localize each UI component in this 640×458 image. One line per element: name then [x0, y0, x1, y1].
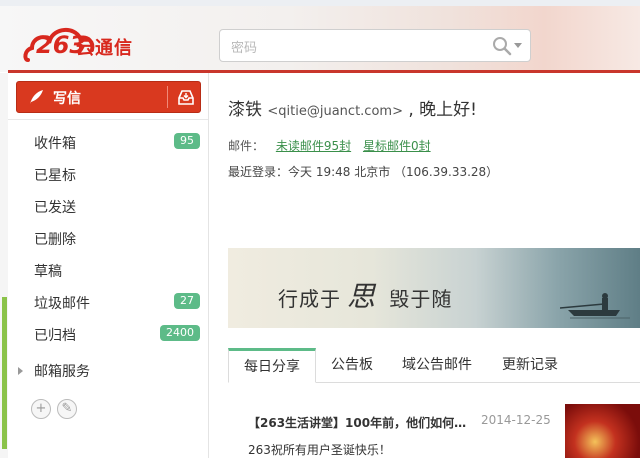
tab-domain-notice[interactable]: 域公告邮件: [390, 348, 484, 381]
chevron-down-icon[interactable]: [514, 43, 522, 48]
tab-daily-share[interactable]: 每日分享: [228, 348, 316, 383]
folder-label: 已发送: [34, 200, 76, 216]
boat-image: [560, 293, 630, 319]
news-body: 263祝所有用户圣诞快乐！: [248, 443, 391, 457]
add-folder-icon[interactable]: +: [31, 399, 51, 419]
app-header: 263 云通信 密码: [0, 6, 640, 72]
unread-badge: 2400: [160, 325, 200, 341]
unread-mail-link[interactable]: 未读邮件95封: [276, 139, 351, 153]
tab-bar: 每日分享 公告板 域公告邮件 更新记录: [228, 348, 640, 383]
tab-bulletin[interactable]: 公告板: [316, 348, 388, 381]
compose-separator: [167, 86, 168, 108]
search-input[interactable]: 密码: [231, 37, 257, 56]
folder-drafts[interactable]: 草稿: [8, 254, 208, 286]
chevron-right-icon[interactable]: [18, 367, 23, 375]
folder-label: 垃圾邮件: [34, 296, 90, 312]
folder-label: 已归档: [34, 328, 76, 344]
feather-icon: [30, 90, 43, 104]
folder-inbox[interactable]: 收件箱 95: [8, 126, 208, 158]
banner-text-before: 行成于: [278, 287, 341, 311]
mail-summary: 邮件： 未读邮件95封 星标邮件0封: [228, 137, 431, 154]
folder-archived[interactable]: 已归档 2400: [8, 318, 208, 350]
user-name: 漆铁: [228, 100, 262, 120]
wrench-icon[interactable]: ✎: [57, 399, 77, 419]
folder-spam[interactable]: 垃圾邮件 27: [8, 286, 208, 318]
starred-mail-link[interactable]: 星标邮件0封: [363, 139, 431, 153]
mail-summary-label: 邮件：: [228, 139, 265, 153]
last-login-info: 最近登录：今天 19:48 北京市 （106.39.33.28）: [228, 165, 499, 179]
folder-label: 邮箱服务: [34, 364, 90, 380]
unread-badge: 95: [174, 133, 200, 149]
folder-mail-services[interactable]: 邮箱服务: [8, 354, 208, 386]
user-email: <qitie@juanct.com>: [267, 104, 403, 119]
greeting-suffix: , 晚上好!: [408, 100, 477, 120]
folder-deleted[interactable]: 已删除: [8, 222, 208, 254]
folder-sent[interactable]: 已发送: [8, 190, 208, 222]
tab-changelog[interactable]: 更新记录: [490, 348, 570, 381]
collapse-handle[interactable]: [2, 297, 7, 449]
banner-text: 行成于思 毁于随: [278, 275, 452, 315]
news-thumbnail[interactable]: [565, 404, 640, 458]
banner-text-big: 思: [347, 280, 377, 313]
folder-label: 已删除: [34, 232, 76, 248]
folder-label: 收件箱: [34, 136, 76, 152]
compose-label: 写信: [53, 91, 81, 107]
sidebar-divider: [8, 119, 208, 120]
banner-text-after: 毁于随: [389, 287, 453, 311]
news-date: 2014-12-25: [481, 413, 551, 427]
search-icon[interactable]: [492, 36, 512, 56]
compose-button[interactable]: 写信: [16, 81, 201, 113]
news-title-link[interactable]: 【263生活讲堂】100年前，他们如何…: [248, 414, 466, 431]
logo-text: 云通信: [76, 38, 133, 59]
inbox-receive-icon[interactable]: [177, 88, 195, 106]
unread-badge: 27: [174, 293, 200, 309]
folder-label: 草稿: [34, 264, 62, 280]
folder-starred[interactable]: 已星标: [8, 158, 208, 190]
greeting: 漆铁 <qitie@juanct.com> , 晚上好!: [228, 95, 477, 120]
folder-label: 已星标: [34, 168, 76, 184]
search-box[interactable]: 密码: [219, 29, 531, 62]
